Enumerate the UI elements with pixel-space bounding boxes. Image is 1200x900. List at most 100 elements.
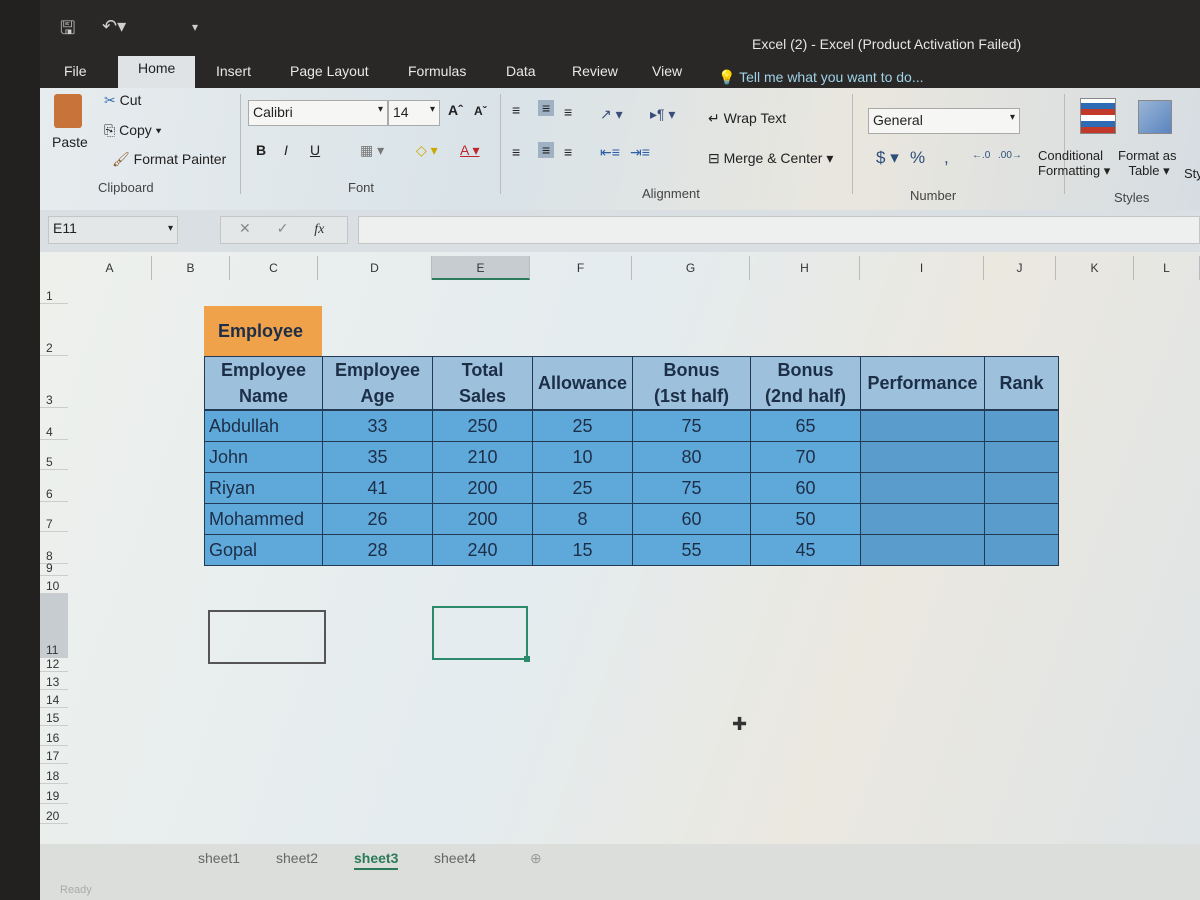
outlined-cell-c11[interactable] bbox=[208, 610, 326, 664]
table-cell[interactable]: 65 bbox=[750, 410, 861, 442]
fill-handle[interactable] bbox=[524, 656, 530, 662]
table-cell[interactable]: 55 bbox=[632, 534, 751, 566]
column-header[interactable]: J bbox=[984, 256, 1056, 280]
row-header[interactable]: 9 bbox=[40, 561, 68, 576]
tab-review[interactable]: Review bbox=[568, 60, 622, 82]
font-size-select[interactable]: 14 ▾ bbox=[388, 100, 440, 126]
column-header[interactable]: K bbox=[1056, 256, 1134, 280]
table-cell[interactable]: 15 bbox=[532, 534, 633, 566]
table-cell[interactable]: 41 bbox=[322, 472, 433, 504]
enter-icon[interactable]: ✓ bbox=[277, 220, 289, 236]
paste-icon[interactable] bbox=[54, 94, 82, 128]
table-cell[interactable]: 80 bbox=[632, 441, 751, 473]
table-cell[interactable]: 60 bbox=[632, 503, 751, 535]
column-header-cell[interactable]: Bonus (1st half) bbox=[632, 356, 751, 410]
fill-color-icon[interactable]: ◇ ▾ bbox=[416, 142, 438, 159]
shrink-font-icon[interactable]: Aˇ bbox=[474, 104, 487, 118]
row-header[interactable]: 18 bbox=[40, 764, 68, 784]
table-cell[interactable]: 45 bbox=[750, 534, 861, 566]
row-header[interactable]: 6 bbox=[40, 470, 68, 502]
underline-button[interactable]: U bbox=[310, 142, 320, 158]
decrease-decimal-icon[interactable]: .00→ bbox=[998, 150, 1022, 161]
table-cell[interactable]: 25 bbox=[532, 410, 633, 442]
table-cell[interactable]: 25 bbox=[532, 472, 633, 504]
table-cell[interactable]: 33 bbox=[322, 410, 433, 442]
currency-button[interactable]: $ ▾ bbox=[876, 148, 899, 168]
font-name-select[interactable]: Calibri ▾ bbox=[248, 100, 388, 126]
column-header-cell[interactable]: Total Sales bbox=[432, 356, 533, 410]
table-cell[interactable]: 200 bbox=[432, 472, 533, 504]
tab-home[interactable]: Home bbox=[118, 56, 196, 88]
cut-button[interactable]: ✂ Cut bbox=[104, 92, 141, 109]
table-cell[interactable]: 250 bbox=[432, 410, 533, 442]
percent-button[interactable]: % bbox=[910, 148, 925, 168]
table-cell[interactable]: 28 bbox=[322, 534, 433, 566]
sheet-tab-1[interactable]: sheet1 bbox=[198, 850, 240, 866]
table-cell[interactable]: 240 bbox=[432, 534, 533, 566]
table-cell[interactable] bbox=[984, 472, 1059, 504]
grow-font-icon[interactable]: Aˆ bbox=[448, 102, 463, 118]
comma-button[interactable]: , bbox=[944, 148, 949, 168]
italic-button[interactable]: I bbox=[284, 142, 288, 158]
middle-align-icon[interactable]: ≡ bbox=[538, 100, 555, 116]
row-header[interactable]: 15 bbox=[40, 708, 68, 726]
row-header[interactable]: 1 bbox=[40, 280, 68, 304]
column-header-cell[interactable]: Performance bbox=[860, 356, 985, 410]
format-painter-button[interactable]: 🖌 Format Painter bbox=[112, 151, 226, 168]
merge-center-button[interactable]: ⊟ Merge & Center ▾ bbox=[708, 150, 833, 167]
save-icon[interactable]: 🖫 bbox=[60, 16, 75, 46]
row-header[interactable]: 2 bbox=[40, 304, 68, 356]
table-cell[interactable]: 70 bbox=[750, 441, 861, 473]
format-as-table-button[interactable]: Format as Table ▾ bbox=[1118, 148, 1177, 179]
increase-indent-icon[interactable]: ⇥≡ bbox=[630, 144, 650, 161]
active-cell-e11[interactable] bbox=[432, 606, 528, 660]
number-format-select[interactable]: General ▾ bbox=[868, 108, 1020, 134]
tell-me-search[interactable]: 💡 Tell me what you want to do... bbox=[718, 69, 924, 86]
copy-button[interactable]: ⎘ Copy ▾ bbox=[104, 122, 162, 139]
column-header[interactable]: L bbox=[1134, 256, 1200, 280]
column-header-cell[interactable]: Bonus (2nd half) bbox=[750, 356, 861, 410]
row-header[interactable]: 14 bbox=[40, 690, 68, 708]
table-cell[interactable] bbox=[860, 410, 985, 442]
tab-insert[interactable]: Insert bbox=[212, 60, 255, 82]
column-header-cell[interactable]: Rank bbox=[984, 356, 1059, 410]
row-header[interactable]: 10 bbox=[40, 576, 68, 594]
row-header[interactable]: 3 bbox=[40, 356, 68, 408]
bottom-align-icon[interactable]: ≡ bbox=[564, 104, 572, 120]
conditional-formatting-button[interactable]: Conditional Formatting ▾ bbox=[1038, 148, 1110, 179]
column-header[interactable]: E bbox=[432, 256, 530, 280]
column-header[interactable]: F bbox=[530, 256, 632, 280]
table-cell[interactable] bbox=[984, 410, 1059, 442]
add-sheet-icon[interactable]: ⊕ bbox=[530, 850, 542, 867]
table-cell[interactable]: 75 bbox=[632, 410, 751, 442]
sheet-tab-2[interactable]: sheet2 bbox=[276, 850, 318, 866]
column-header[interactable]: C bbox=[230, 256, 318, 280]
row-header[interactable]: 11 bbox=[40, 594, 68, 658]
row-header[interactable]: 20 bbox=[40, 804, 68, 824]
row-header[interactable]: 19 bbox=[40, 784, 68, 804]
align-center-icon[interactable]: ≡ bbox=[538, 142, 555, 158]
row-header[interactable]: 13 bbox=[40, 672, 68, 690]
align-right-icon[interactable]: ≡ bbox=[564, 144, 572, 160]
top-align-icon[interactable]: ≡ bbox=[512, 102, 520, 118]
employee-name-cell[interactable]: Riyan bbox=[204, 472, 323, 504]
row-header[interactable]: 8 bbox=[40, 532, 68, 564]
employee-name-cell[interactable]: John bbox=[204, 441, 323, 473]
row-header[interactable]: 12 bbox=[40, 657, 68, 672]
format-as-table-icon[interactable] bbox=[1138, 100, 1172, 134]
column-header[interactable]: I bbox=[860, 256, 984, 280]
table-cell[interactable] bbox=[860, 441, 985, 473]
column-header-cell[interactable]: Employee Age bbox=[322, 356, 433, 410]
align-left-icon[interactable]: ≡ bbox=[512, 144, 520, 160]
increase-decimal-icon[interactable]: ←.0 bbox=[972, 150, 990, 161]
table-cell[interactable]: 75 bbox=[632, 472, 751, 504]
tab-formulas[interactable]: Formulas bbox=[404, 60, 470, 82]
row-header[interactable]: 4 bbox=[40, 408, 68, 440]
column-header[interactable]: D bbox=[318, 256, 432, 280]
column-header-cell[interactable]: Allowance bbox=[532, 356, 633, 410]
table-cell[interactable]: 60 bbox=[750, 472, 861, 504]
text-direction-icon[interactable]: ▸¶ ▾ bbox=[650, 106, 675, 123]
table-cell[interactable] bbox=[860, 503, 985, 535]
table-cell[interactable]: 210 bbox=[432, 441, 533, 473]
employee-name-cell[interactable]: Mohammed bbox=[204, 503, 323, 535]
